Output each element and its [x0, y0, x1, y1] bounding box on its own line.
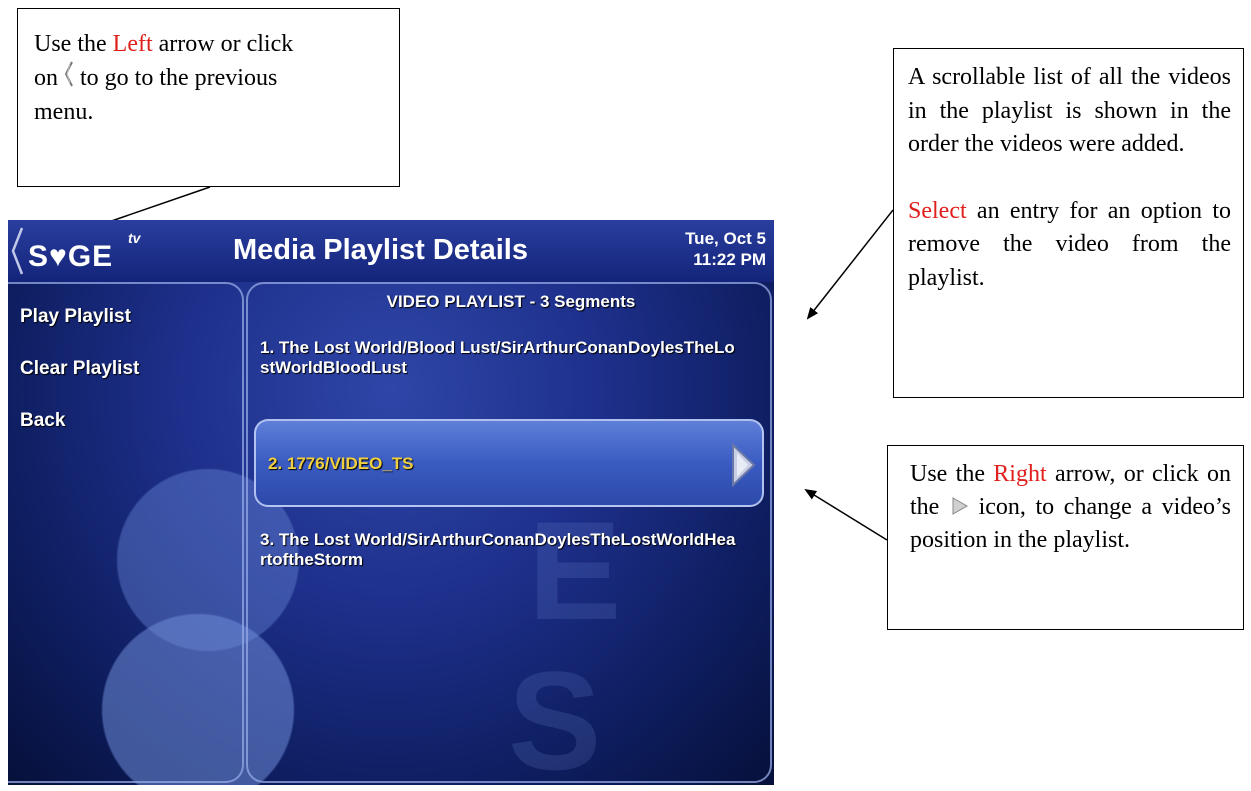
clock: Tue, Oct 5 11:22 PM [685, 228, 766, 270]
playlist-item-2-label: 2. 1776/VIDEO_TS [268, 454, 414, 473]
menu-panel: Play Playlist Clear Playlist Back [8, 282, 244, 783]
highlight-select: Select [908, 197, 967, 224]
callout-list-instructions: A scrollable list of all the videos in t… [893, 48, 1244, 398]
move-right-arrow-icon[interactable] [730, 443, 756, 487]
callout-list-para2: Select an entry for an option to remove … [908, 197, 1231, 291]
sage-logo-tv: tv [128, 230, 141, 246]
menu-item-clear-playlist[interactable]: Clear Playlist [20, 358, 139, 380]
arrow-to-list [806, 209, 894, 320]
playlist-heading: VIDEO PLAYLIST - 3 Segments [386, 292, 636, 311]
time-label: 11:22 PM [693, 250, 766, 269]
header-bar: S♥GE tv Media Playlist Details Tue, Oct … [8, 220, 774, 282]
playlist-item-2-selected[interactable]: 2. 1776/VIDEO_TS [254, 419, 764, 507]
playlist-item-1[interactable]: 1. The Lost World/Blood Lust/SirArthurCo… [260, 338, 740, 378]
play-triangle-icon [952, 497, 968, 515]
callout-left-line1: Use the Left arrow or click [34, 31, 294, 57]
back-chevron-icon [64, 61, 73, 87]
callout-reorder-instructions: Use the Right arrow, or click on the ico… [887, 445, 1244, 630]
callout-reorder-text: Use the Right arrow, or click on the ico… [910, 461, 1231, 553]
arrow-to-selected [804, 488, 888, 541]
callout-list-para1: A scrollable list of all the videos in t… [908, 64, 1231, 157]
sage-logo: S♥GE [28, 240, 114, 273]
playlist-panel: VIDEO PLAYLIST - 3 Segments 1. The Lost … [246, 282, 772, 783]
callout-left-line2: on to go to the previous [34, 61, 385, 95]
page-title: Media Playlist Details [233, 234, 528, 266]
menu-item-play-playlist[interactable]: Play Playlist [20, 306, 131, 328]
sagetv-window: E S S♥GE tv Media Playlist Details Tue, … [8, 220, 774, 785]
playlist-item-3[interactable]: 3. The Lost World/SirArthurConanDoylesTh… [260, 530, 740, 570]
menu-item-back[interactable]: Back [20, 410, 65, 432]
date-label: Tue, Oct 5 [685, 229, 766, 248]
callout-back-instructions: Use the Left arrow or click on to go to … [17, 8, 400, 187]
highlight-left: Left [112, 31, 153, 57]
highlight-right: Right [993, 461, 1047, 487]
callout-left-line3: menu. [34, 99, 94, 125]
back-chevron-icon[interactable] [10, 226, 24, 276]
